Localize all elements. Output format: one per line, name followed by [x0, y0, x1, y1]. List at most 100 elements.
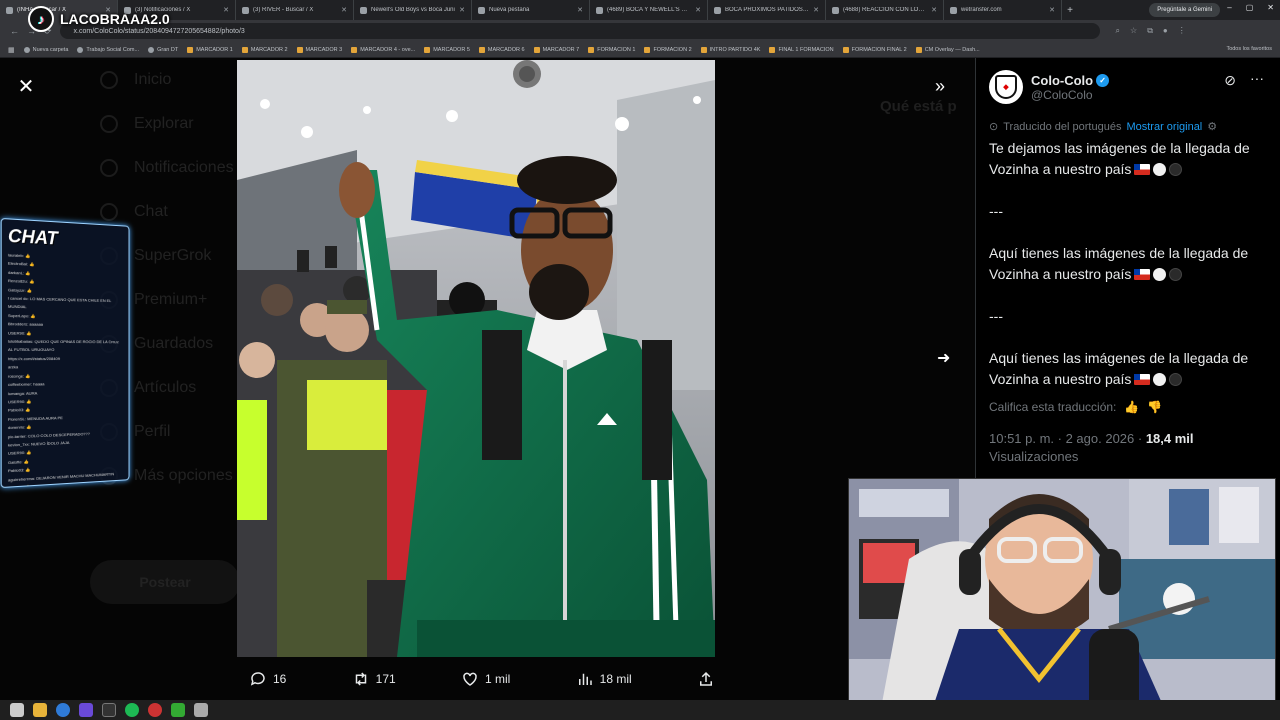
chrome-icon[interactable]: [56, 703, 70, 717]
tab-close-icon[interactable]: ✕: [1049, 6, 1055, 14]
repost-button[interactable]: 171: [352, 670, 396, 688]
bookmark-item[interactable]: MARCADOR 7: [534, 47, 580, 53]
new-tab-button[interactable]: +: [1062, 5, 1078, 16]
background-nav-label: Artículos: [134, 379, 196, 397]
apps-icon[interactable]: ▦: [8, 46, 15, 54]
bookmark-item[interactable]: FINAL 1 FORMACION: [769, 47, 833, 53]
bookmark-item[interactable]: MARCADOR 6: [479, 47, 525, 53]
browser-tab[interactable]: Newell's Old Boys vs Boca Juni ✕: [354, 0, 472, 20]
gemini-button[interactable]: Pregúntale a Gemini: [1149, 3, 1220, 17]
extensions-icon[interactable]: ⧉: [1147, 26, 1153, 36]
minimize-icon[interactable]: –: [1227, 3, 1231, 12]
start-icon[interactable]: [10, 703, 24, 717]
translated-label: Traducido del portugués: [1003, 121, 1121, 133]
close-window-icon[interactable]: ✕: [1267, 3, 1274, 12]
url-input[interactable]: x.com/ColoColo/status/208409472720565488…: [60, 23, 1100, 39]
tab-title: BOCA PROXIMOS PATIDOS - G: [725, 7, 809, 13]
bookmark-favicon-icon: [534, 47, 540, 53]
browser-tab[interactable]: wetransfer.com ✕: [944, 0, 1062, 20]
thumbs-up-icon[interactable]: 👍: [1124, 400, 1139, 414]
app3-icon[interactable]: [148, 703, 162, 717]
bookmark-item[interactable]: FORMACION 2: [644, 47, 691, 53]
show-original-link[interactable]: Mostrar original: [1126, 121, 1202, 133]
browser-tab[interactable]: BOCA PROXIMOS PATIDOS - G ✕: [708, 0, 826, 20]
bookmark-item[interactable]: CM Overlay — Dash...: [916, 47, 980, 53]
bookmark-item[interactable]: MARCADOR 2: [242, 47, 288, 53]
close-icon[interactable]: ✕: [14, 74, 38, 98]
gemini-label: Pregúntale a Gemini: [1157, 7, 1212, 13]
profile-icon[interactable]: ●: [1163, 26, 1168, 36]
settings-gear-icon[interactable]: ⚙: [1207, 120, 1217, 133]
tab-close-icon[interactable]: ✕: [931, 6, 937, 14]
bookmark-item[interactable]: INTRO PARTIDO 4K: [701, 47, 761, 53]
chat-message: lolobbaballas: QUEDO QUE OPINAS DE ROCIO…: [8, 338, 123, 355]
views-button[interactable]: 18 mil: [576, 670, 632, 688]
tweet-views-count: 18,4 mil: [1146, 431, 1194, 446]
bookmark-item[interactable]: Trabajo Social Com...: [77, 47, 139, 53]
bookmark-star-icon[interactable]: ☆: [1130, 26, 1137, 36]
next-photo-icon[interactable]: ➜: [937, 348, 950, 368]
app2-icon[interactable]: [125, 703, 139, 717]
tab-close-icon[interactable]: ✕: [341, 6, 347, 14]
bookmark-item[interactable]: FORMACION FINAL 2: [843, 47, 907, 53]
bookmark-favicon-icon: [24, 47, 30, 53]
tab-title: Newell's Old Boys vs Boca Juni: [371, 7, 455, 13]
tab-close-icon[interactable]: ✕: [459, 6, 465, 14]
reply-button[interactable]: 16: [249, 670, 286, 688]
obs-icon[interactable]: [102, 703, 116, 717]
author-name[interactable]: Colo-Colo ✓: [1031, 73, 1109, 88]
avatar[interactable]: ◆: [989, 70, 1023, 104]
background-nav-label: Chat: [134, 203, 168, 221]
background-nav-item: Notificaciones: [100, 146, 240, 190]
tab-title: Nueva pestaña: [489, 7, 573, 13]
tab-close-icon[interactable]: ✕: [577, 6, 583, 14]
background-post-button: Postear: [90, 560, 240, 604]
browser-tab[interactable]: (4689) BOCA Y NEWELL'S EMP ✕: [590, 0, 708, 20]
bookmark-label: Nueva carpeta: [33, 47, 69, 53]
bookmark-item[interactable]: MARCADOR 3: [297, 47, 343, 53]
tab-close-icon[interactable]: ✕: [695, 6, 701, 14]
address-bar-row: ← → ⟳ x.com/ColoColo/status/208409472720…: [0, 20, 1280, 42]
tweet-timestamp[interactable]: 10:51 p. m. · 2 ago. 2026 ·: [989, 431, 1146, 446]
more-options-icon[interactable]: ···: [1250, 70, 1264, 86]
all-bookmarks-link[interactable]: Todos los favoritos: [1226, 46, 1272, 52]
author-handle[interactable]: @ColoColo: [1031, 88, 1109, 102]
bookmark-item[interactable]: MARCADOR 4 - ove...: [351, 47, 415, 53]
background-trends-title: Qué está p: [880, 98, 957, 115]
thumbs-down-icon[interactable]: 👎: [1147, 400, 1162, 414]
bookmark-item[interactable]: Gran DT: [148, 47, 178, 53]
author-names: Colo-Colo ✓ @ColoColo: [1031, 73, 1109, 102]
background-nav-label: Notificaciones: [134, 159, 234, 177]
tab-close-icon[interactable]: ✕: [813, 6, 819, 14]
browser-tab[interactable]: (3) RIVER - Buscar / X ✕: [236, 0, 354, 20]
bookmark-item[interactable]: Nueva carpeta: [24, 47, 69, 53]
tab-title: (4688) REACCIÓN CON LOS H: [843, 7, 927, 13]
file-explorer-icon[interactable]: [33, 703, 47, 717]
heart-icon: [461, 670, 479, 688]
bookmark-item[interactable]: MARCADOR 1: [187, 47, 233, 53]
maximize-icon[interactable]: ▢: [1246, 3, 1254, 12]
expand-panel-icon[interactable]: »: [935, 76, 945, 97]
repost-icon: [352, 670, 370, 688]
app5-icon[interactable]: [194, 703, 208, 717]
background-nav-label: Guardados: [134, 335, 213, 353]
os-taskbar: [0, 700, 1280, 720]
bookmark-item[interactable]: FORMACION 1: [588, 47, 635, 53]
browser-tab[interactable]: Nueva pestaña ✕: [472, 0, 590, 20]
tab-close-icon[interactable]: ✕: [223, 6, 229, 14]
zoom-icon[interactable]: ⌕: [1116, 26, 1120, 36]
translation-notice: ⊙ Traducido del portugués Mostrar origin…: [989, 120, 1267, 133]
app4-icon[interactable]: [171, 703, 185, 717]
browser-tab[interactable]: (4688) REACCIÓN CON LOS H ✕: [826, 0, 944, 20]
menu-icon[interactable]: ⋮: [1178, 26, 1186, 36]
photo-action-bar: 16 171 1 mil 18 mil: [237, 666, 727, 692]
tweet-photo[interactable]: [237, 60, 715, 657]
white-circle-icon: [1153, 373, 1166, 386]
background-nav-label: SuperGrok: [134, 247, 211, 265]
like-button[interactable]: 1 mil: [461, 670, 510, 688]
bookmark-item[interactable]: MARCADOR 5: [424, 47, 470, 53]
back-icon[interactable]: ←: [10, 26, 19, 36]
share-button[interactable]: [697, 670, 715, 688]
grok-icon[interactable]: ⊘: [1224, 72, 1236, 89]
app-icon[interactable]: [79, 703, 93, 717]
